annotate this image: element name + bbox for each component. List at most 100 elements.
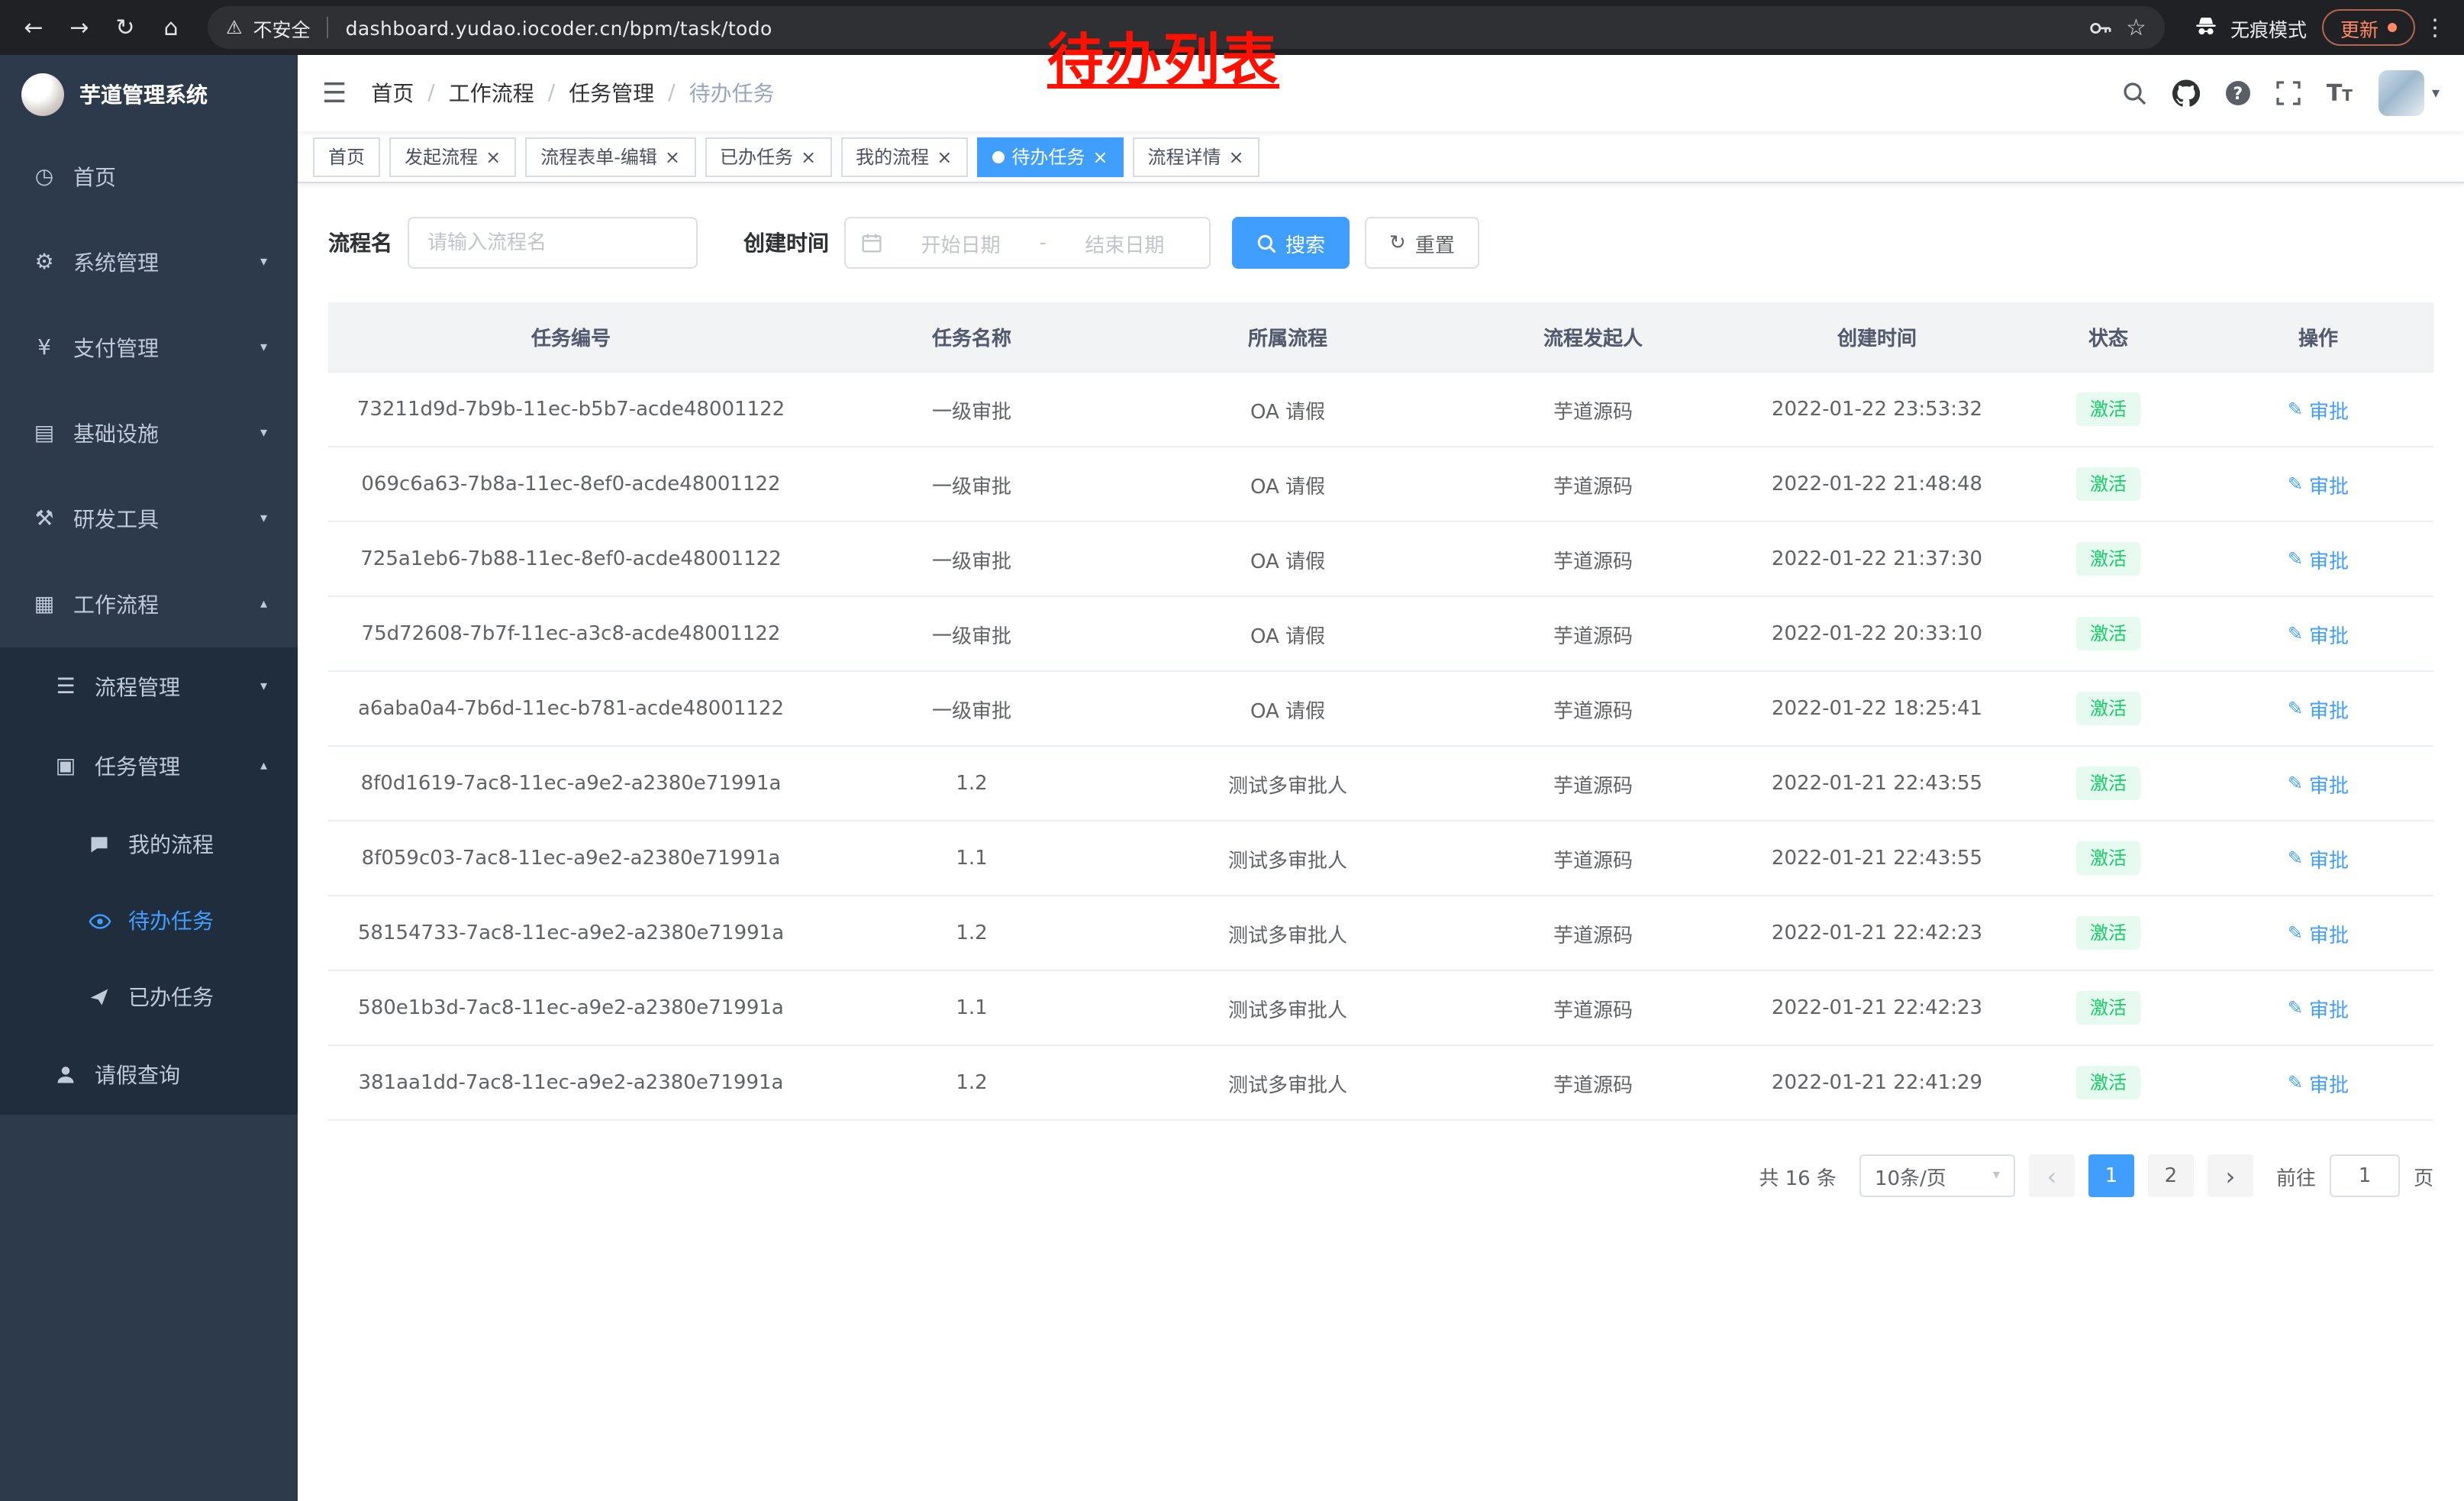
goto-page-input[interactable] (2330, 1154, 2400, 1197)
approve-link[interactable]: ✎审批 (2288, 844, 2349, 873)
sidebar-item-done-tasks[interactable]: 已办任务 (0, 959, 298, 1035)
avatar[interactable] (2379, 70, 2424, 116)
tab-process-detail[interactable]: 流程详情 × (1132, 137, 1259, 176)
user-menu[interactable]: ▾ (2379, 70, 2440, 116)
cell-initiator: 芋道源码 (1446, 671, 1740, 746)
tab-done-tasks[interactable]: 已办任务 × (705, 137, 831, 176)
sidebar-item-task-mgmt[interactable]: ▣ 任务管理 ▴ (0, 727, 298, 806)
browser-menu-icon[interactable]: ⋮ (2418, 14, 2452, 41)
reset-button[interactable]: ↻ 重置 (1365, 217, 1479, 269)
tab-my-process[interactable]: 我的流程 × (840, 137, 967, 176)
forward-icon[interactable]: → (58, 6, 101, 49)
back-icon[interactable]: ← (12, 6, 55, 49)
status-badge: 激活 (2076, 841, 2140, 875)
approve-link[interactable]: ✎审批 (2288, 544, 2349, 573)
sidebar-item-dev-tools[interactable]: ⚒ 研发工具 ▾ (0, 476, 298, 562)
breadcrumb-task-mgmt[interactable]: 任务管理 (569, 78, 654, 108)
approve-link[interactable]: ✎审批 (2288, 918, 2349, 947)
process-list-icon: ☰ (52, 675, 79, 699)
create-time-label: 创建时间 (743, 228, 829, 258)
edit-icon: ✎ (2288, 773, 2303, 794)
tools-icon: ⚒ (31, 507, 58, 531)
cell-task-id: 8f059c03-7ac8-11ec-a9e2-a2380e71991a (328, 821, 814, 896)
app-logo-row[interactable]: 芋道管理系统 (0, 55, 298, 134)
search-icon[interactable] (2122, 81, 2146, 105)
close-icon[interactable]: × (801, 147, 816, 166)
edit-icon: ✎ (2288, 997, 2303, 1018)
home-icon[interactable]: ⌂ (150, 6, 192, 49)
cell-initiator: 芋道源码 (1446, 521, 1740, 596)
fullscreen-icon[interactable] (2276, 81, 2301, 105)
help-icon[interactable]: ? (2226, 81, 2250, 105)
close-icon[interactable]: × (937, 147, 952, 166)
breadcrumb-workflow[interactable]: 工作流程 (449, 78, 534, 108)
sidebar-item-workflow[interactable]: ▦ 工作流程 ▴ (0, 562, 298, 647)
cell-create-time: 2022-01-21 22:41:29 (1740, 1045, 2014, 1120)
url-text[interactable]: dashboard.yudao.iocoder.cn/bpm/task/todo (346, 16, 772, 39)
approve-link[interactable]: ✎审批 (2288, 395, 2349, 424)
table-row: 73211d9d-7b9b-11ec-b5b7-acde48001122 一级审… (328, 372, 2433, 447)
cell-task-id: 8f0d1619-7ac8-11ec-a9e2-a2380e71991a (328, 746, 814, 821)
close-icon[interactable]: × (665, 147, 680, 166)
close-icon[interactable]: × (485, 147, 501, 166)
tab-todo-tasks[interactable]: 待办任务 × (976, 137, 1123, 176)
approve-link[interactable]: ✎审批 (2288, 694, 2349, 723)
hamburger-icon[interactable]: ☰ (322, 77, 347, 109)
start-date-placeholder[interactable]: 开始日期 (892, 228, 1030, 257)
page-button-2[interactable]: 2 (2148, 1154, 2194, 1197)
cell-create-time: 2022-01-22 18:25:41 (1740, 671, 2014, 746)
approve-link[interactable]: ✎审批 (2288, 769, 2349, 798)
cell-process: 测试多审批人 (1130, 1045, 1446, 1120)
cell-process: OA 请假 (1130, 447, 1446, 521)
breadcrumb-home[interactable]: 首页 (371, 78, 414, 108)
tab-start-process[interactable]: 发起流程 × (389, 137, 516, 176)
col-create-time: 创建时间 (1740, 302, 2014, 372)
not-secure-label[interactable]: 不安全 (253, 13, 311, 42)
yen-icon: ¥ (31, 336, 58, 360)
close-icon[interactable]: × (1092, 147, 1108, 166)
page-size-select[interactable]: 10条/页 ▾ (1859, 1154, 2015, 1197)
approve-link[interactable]: ✎审批 (2288, 993, 2349, 1022)
sidebar-item-infrastructure[interactable]: ▤ 基础设施 ▾ (0, 391, 298, 476)
edit-icon: ✎ (2288, 847, 2303, 869)
cell-task-id: 580e1b3d-7ac8-11ec-a9e2-a2380e71991a (328, 970, 814, 1045)
key-icon[interactable] (2088, 16, 2111, 39)
prev-page-button[interactable]: ‹ (2029, 1154, 2075, 1197)
sidebar-item-todo-tasks[interactable]: 待办任务 (0, 883, 298, 959)
refresh-icon: ↻ (1389, 231, 1406, 254)
search-button[interactable]: 搜索 (1232, 217, 1350, 269)
cell-process: OA 请假 (1130, 596, 1446, 671)
github-icon[interactable] (2172, 79, 2200, 107)
tab-home[interactable]: 首页 (313, 137, 380, 176)
approve-link[interactable]: ✎审批 (2288, 619, 2349, 648)
tab-process-form-edit[interactable]: 流程表单-编辑 × (525, 137, 695, 176)
sidebar-item-system-mgmt[interactable]: ⚙ 系统管理 ▾ (0, 220, 298, 305)
page-button-1[interactable]: 1 (2088, 1154, 2134, 1197)
cell-create-time: 2022-01-22 21:48:48 (1740, 447, 2014, 521)
cell-task-name: 1.1 (814, 821, 1130, 896)
sidebar-item-home[interactable]: ◷ 首页 (0, 134, 298, 220)
font-size-icon[interactable]: TT (2327, 82, 2353, 105)
cell-create-time: 2022-01-21 22:43:55 (1740, 746, 2014, 821)
bookmark-star-icon[interactable]: ☆ (2126, 14, 2146, 41)
date-range-picker[interactable]: 开始日期 - 结束日期 (844, 217, 1211, 269)
sidebar-item-leave-query[interactable]: 请假查询 (0, 1035, 298, 1115)
process-name-input[interactable] (408, 217, 698, 269)
cell-process: OA 请假 (1130, 671, 1446, 746)
cell-process: 测试多审批人 (1130, 896, 1446, 970)
next-page-button[interactable]: › (2208, 1154, 2253, 1197)
main-content: 流程名 创建时间 开始日期 - 结束日期 搜索 ↻ 重置 (298, 183, 2464, 1501)
sidebar-item-process-mgmt[interactable]: ☰ 流程管理 ▾ (0, 647, 298, 727)
approve-link[interactable]: ✎审批 (2288, 1068, 2349, 1097)
close-icon[interactable]: × (1229, 147, 1244, 166)
chevron-down-icon: ▾ (260, 512, 267, 527)
sidebar-item-my-process[interactable]: 我的流程 (0, 806, 298, 883)
end-date-placeholder[interactable]: 结束日期 (1056, 228, 1194, 257)
approve-link[interactable]: ✎审批 (2288, 470, 2349, 499)
update-button[interactable]: 更新 (2322, 9, 2415, 46)
reload-icon[interactable]: ↻ (104, 6, 147, 49)
sidebar-item-payment-mgmt[interactable]: ¥ 支付管理 ▾ (0, 305, 298, 391)
filter-bar: 流程名 创建时间 开始日期 - 结束日期 搜索 ↻ 重置 (328, 217, 2433, 269)
cell-initiator: 芋道源码 (1446, 447, 1740, 521)
infrastructure-icon: ▤ (31, 421, 58, 446)
